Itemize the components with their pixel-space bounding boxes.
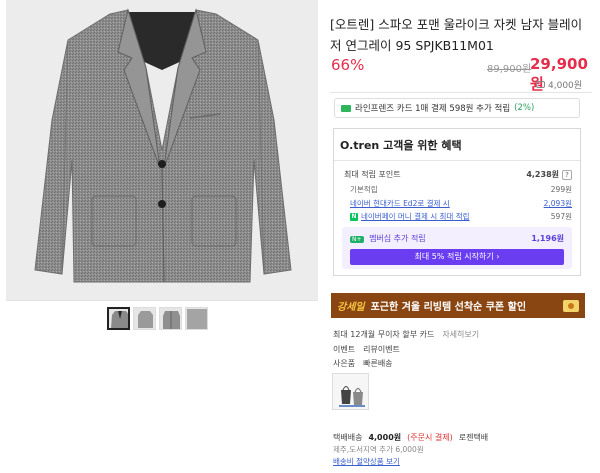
membership-start-button[interactable]: 최대 5% 적립 시작하기 › (350, 249, 564, 265)
naverpay-value: 597원 (550, 212, 572, 221)
membership-label: 멤버십 추가 적립 (369, 234, 426, 243)
product-title: [오트렌] 스파오 포맨 울라이크 자켓 남자 블레이저 연그레이 95 SPJ… (330, 17, 583, 53)
gift-bag-icon (339, 386, 365, 407)
shipping-label: 택배배송 (333, 433, 363, 442)
thumbnail-strip (107, 307, 208, 330)
coupon-icon (563, 299, 579, 312)
max-point-label: 최대 적립 포인트 (344, 170, 401, 179)
gift-label: 사은품 (333, 359, 356, 368)
shipping-extra: 제주,도서지역 추가 6,000원 (333, 445, 424, 454)
jacket-thumb-icon (111, 311, 128, 328)
shipping-row: 택배배송 4,000원 (주문시 결제) 로젠택배 (333, 432, 488, 443)
help-icon[interactable]: ? (562, 169, 572, 180)
divider (330, 92, 592, 93)
thumbnail-4[interactable] (185, 307, 208, 330)
original-price: 89,900원 (487, 64, 532, 75)
shipping-condition: (주문시 결제) (407, 433, 453, 442)
gift-image[interactable] (332, 373, 369, 410)
membership-icon: N+ (350, 236, 364, 243)
shipping-fee: 4,000원 (368, 433, 402, 442)
max-point-value: 4,238원 (526, 170, 559, 179)
membership-value: 1,196원 (531, 234, 564, 243)
benefit-heading: O.tren 고객을 위한 혜택 (334, 129, 580, 161)
banner-tag: 강세일 (337, 302, 365, 313)
benefit-panel: O.tren 고객을 위한 혜택 최대 적립 포인트 4,238원 ? 기본적립… (333, 128, 581, 276)
card-promo-rate: (2%) (514, 103, 535, 113)
jacket-thumb-icon (163, 311, 180, 329)
sale-banner[interactable]: 강세일 포근한 겨울 리빙템 선착순 쿠폰 할인 (331, 293, 585, 318)
max-point-row: 최대 적립 포인트 4,238원 ? (344, 169, 572, 180)
card-promo-banner[interactable]: 라인프렌즈 카드 1매 결제 598원 추가 적립 (2%) (334, 98, 580, 118)
basic-point-row: 기본적립 299원 (350, 184, 572, 195)
hyundai-card-value: 2,093원 (543, 199, 572, 208)
membership-box: N+ 멤버십 추가 적립 1,196원 최대 5% 적립 시작하기 › (342, 227, 572, 269)
thumbnail-2[interactable] (133, 307, 156, 330)
thumbnail-1[interactable] (107, 307, 130, 330)
point-icon (536, 81, 545, 88)
fabric-thumb-icon (187, 309, 207, 329)
point-value: 4,000원 (548, 81, 583, 91)
image-divider (6, 300, 318, 301)
naverpay-row: N 네이버페이 머니 결제 시 최대 적립 597원 (350, 211, 572, 222)
bundle-shipping-link[interactable]: 배송비 절약상품 보기 (333, 456, 400, 467)
basic-point-value: 299원 (550, 185, 572, 194)
naverpay-icon: N (350, 212, 358, 221)
installment-more-link[interactable]: 자세히보기 (442, 329, 479, 340)
credit-card-icon (341, 104, 351, 112)
product-main-image[interactable] (6, 0, 318, 300)
installment-row: 최대 12개월 무이자 할부 카드 자세히보기 (333, 329, 479, 340)
card-promo-text: 라인프렌즈 카드 1매 결제 598원 추가 적립 (355, 104, 511, 114)
shipping-carrier: 로젠택배 (458, 433, 489, 442)
basic-point-label: 기본적립 (350, 185, 378, 194)
banner-text: 포근한 겨울 리빙템 선착순 쿠폰 할인 (370, 302, 527, 313)
point-info: 4,000원 (536, 78, 582, 91)
jacket-thumb-icon (138, 311, 153, 328)
event-row: 이벤트 리뷰이벤트 (333, 344, 400, 355)
discount-rate: 66% (331, 56, 365, 74)
gift-row: 사은품 빠른배송 (333, 358, 393, 369)
thumbnail-3[interactable] (159, 307, 182, 330)
hyundai-card-link[interactable]: 네이버 현대카드 Ed2로 결제 시 (350, 198, 450, 209)
hyundai-card-row: 네이버 현대카드 Ed2로 결제 시 2,093원 (350, 198, 572, 209)
membership-row: N+ 멤버십 추가 적립 1,196원 (350, 233, 564, 244)
jacket-illustration (34, 8, 292, 283)
installment-label: 최대 12개월 무이자 할부 카드 (333, 330, 435, 339)
event-label: 이벤트 (333, 345, 356, 354)
naverpay-link[interactable]: 네이버페이 머니 결제 시 최대 적립 (361, 211, 470, 222)
event-value[interactable]: 리뷰이벤트 (363, 344, 400, 355)
gift-value: 빠른배송 (363, 359, 393, 368)
